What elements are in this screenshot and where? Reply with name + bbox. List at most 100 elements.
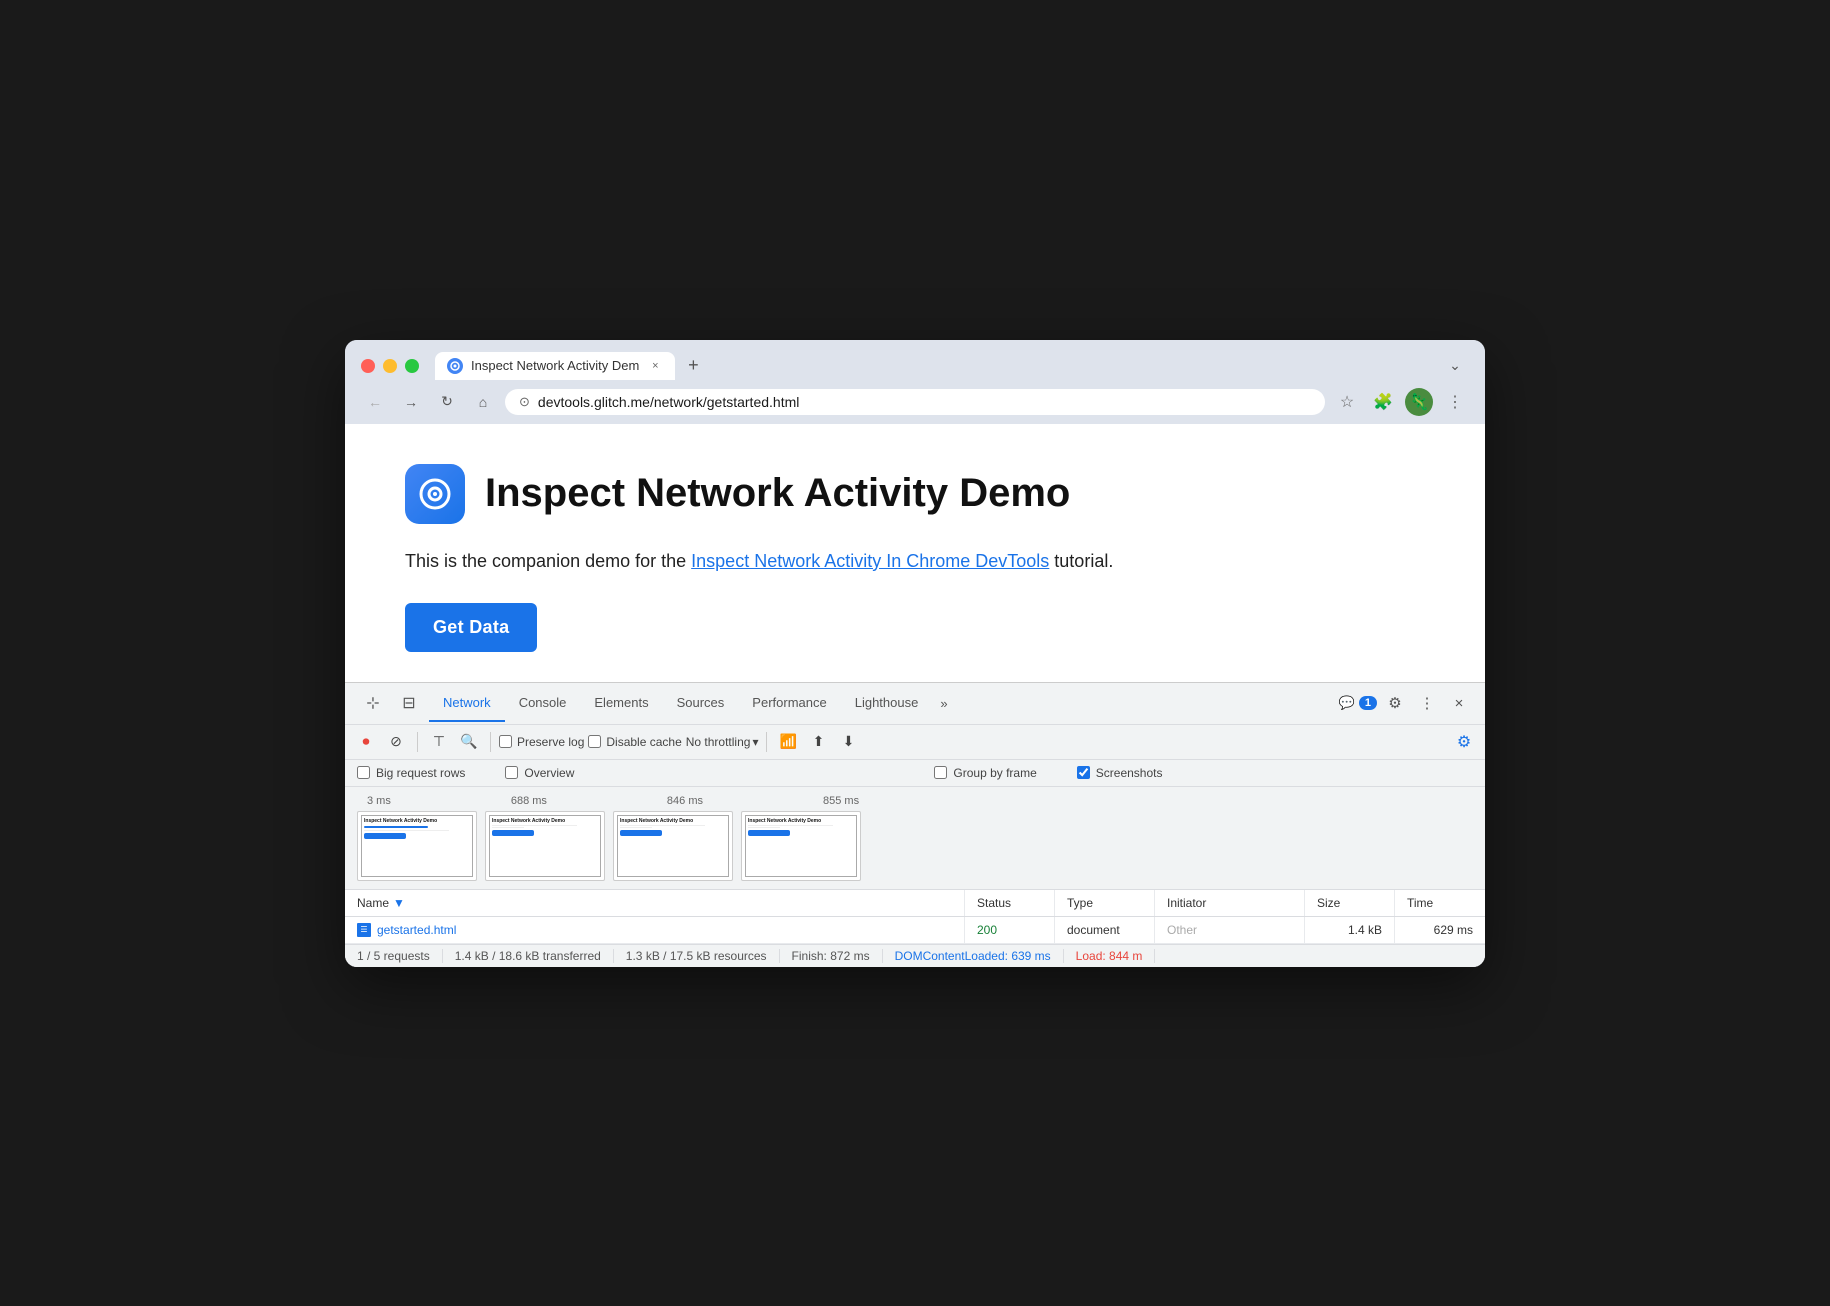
tab-sources[interactable]: Sources [663, 685, 739, 722]
screenshots-timeline: 3 ms 688 ms 846 ms 855 ms Inspect Networ… [345, 787, 1485, 890]
active-tab[interactable]: Inspect Network Activity Dem × [435, 352, 675, 380]
toolbar-separator-1 [417, 732, 418, 752]
get-data-button[interactable]: Get Data [405, 603, 537, 652]
td-status: 200 [965, 917, 1055, 943]
reload-button[interactable]: ↻ [433, 388, 461, 416]
timestamp-4: 855 ms [823, 795, 859, 807]
close-window-button[interactable] [361, 359, 375, 373]
tab-favicon [447, 358, 463, 374]
status-transferred: 1.4 kB / 18.6 kB transferred [443, 949, 614, 963]
profile-avatar[interactable]: 🦎 [1405, 388, 1433, 416]
table-header: Name ▼ Status Type Initiator Size Time [345, 890, 1485, 917]
th-type: Type [1055, 890, 1155, 916]
devtools-link[interactable]: Inspect Network Activity In Chrome DevTo… [691, 551, 1049, 571]
tab-bar: Inspect Network Activity Dem × + ⌄ [435, 352, 1469, 380]
tab-elements[interactable]: Elements [580, 685, 662, 722]
messages-badge: 1 [1359, 696, 1377, 710]
preserve-log-checkbox[interactable]: Preserve log [499, 735, 584, 749]
timestamp-1: 3 ms [367, 795, 391, 807]
throttle-select[interactable]: No throttling ▾ [686, 735, 759, 749]
traffic-lights [361, 359, 419, 373]
wifi-button[interactable]: 📶 [775, 729, 801, 755]
devtools-settings-button[interactable]: ⚙ [1381, 689, 1409, 717]
url-text: devtools.glitch.me/network/getstarted.ht… [538, 394, 1311, 410]
forward-button[interactable]: → [397, 388, 425, 416]
new-tab-button[interactable]: + [679, 352, 707, 380]
timestamp-3: 846 ms [667, 795, 703, 807]
network-table: Name ▼ Status Type Initiator Size Time ☰… [345, 890, 1485, 944]
extensions-button[interactable]: 🧩 [1369, 388, 1397, 416]
devtools-statusbar: 1 / 5 requests 1.4 kB / 18.6 kB transfer… [345, 944, 1485, 967]
devtools-close-button[interactable]: × [1445, 689, 1473, 717]
th-time: Time [1395, 890, 1485, 916]
subtitle-post: tutorial. [1049, 551, 1113, 571]
tab-lighthouse[interactable]: Lighthouse [841, 685, 933, 722]
address-input[interactable]: ⊙ devtools.glitch.me/network/getstarted.… [505, 389, 1325, 415]
table-row[interactable]: ☰ getstarted.html 200 document Other 1.4… [345, 917, 1485, 944]
big-rows-checkbox[interactable]: Big request rows [357, 766, 465, 780]
tab-more-button[interactable]: » [932, 686, 955, 721]
td-type: document [1055, 917, 1155, 943]
title-bar: Inspect Network Activity Dem × + ⌄ [345, 340, 1485, 380]
subtitle-pre: This is the companion demo for the [405, 551, 691, 571]
record-button[interactable]: ⏺ [353, 729, 379, 755]
tab-title: Inspect Network Activity Dem [471, 358, 639, 373]
messages-icon: 💬 [1339, 695, 1355, 711]
bookmark-button[interactable]: ☆ [1333, 388, 1361, 416]
tab-network[interactable]: Network [429, 685, 505, 722]
status-resources: 1.3 kB / 17.5 kB resources [614, 949, 780, 963]
status-dom-content-loaded[interactable]: DOMContentLoaded: 639 ms [883, 949, 1064, 963]
upload-button[interactable]: ⬆ [805, 729, 831, 755]
clear-button[interactable]: ⊘ [383, 729, 409, 755]
screenshot-1[interactable]: Inspect Network Activity Demo [357, 811, 477, 881]
tab-performance[interactable]: Performance [738, 685, 840, 722]
devtools-tabs: Network Console Elements Sources Perform… [429, 685, 1339, 722]
group-by-frame-checkbox[interactable]: Group by frame [934, 766, 1036, 780]
minimize-window-button[interactable] [383, 359, 397, 373]
filter-button[interactable]: ⊤ [426, 729, 452, 755]
tab-console[interactable]: Console [505, 685, 581, 722]
status-load: Load: 844 m [1064, 949, 1156, 963]
tab-expand-button[interactable]: ⌄ [1441, 352, 1469, 380]
devtools-right-actions: 💬 1 ⚙ ⋮ × [1339, 689, 1473, 717]
address-bar: ← → ↻ ⌂ ⊙ devtools.glitch.me/network/get… [345, 380, 1485, 424]
tab-close-button[interactable]: × [647, 358, 663, 374]
browser-window: Inspect Network Activity Dem × + ⌄ ← → ↻… [345, 340, 1485, 967]
toolbar-separator-3 [766, 732, 767, 752]
screenshot-2[interactable]: Inspect Network Activity Demo [485, 811, 605, 881]
disable-cache-checkbox[interactable]: Disable cache [588, 735, 681, 749]
screenshots-row: Inspect Network Activity Demo Inspect Ne… [357, 811, 1473, 881]
th-status: Status [965, 890, 1055, 916]
devtools-options: Big request rows Overview Group by frame… [345, 760, 1485, 787]
th-size: Size [1305, 890, 1395, 916]
status-finish: Finish: 872 ms [780, 949, 883, 963]
network-settings-button[interactable]: ⚙ [1451, 729, 1477, 755]
devtools-topbar: ⊹ ⊟ Network Console Elements Sources Per… [345, 683, 1485, 725]
cursor-tool-button[interactable]: ⊹ [357, 687, 389, 719]
file-icon: ☰ [357, 923, 371, 937]
browser-menu-button[interactable]: ⋮ [1441, 388, 1469, 416]
screenshots-checkbox[interactable]: Screenshots [1077, 766, 1163, 780]
td-initiator: Other [1155, 917, 1305, 943]
download-button[interactable]: ⬇ [835, 729, 861, 755]
toolbar-separator-2 [490, 732, 491, 752]
messages-button[interactable]: 💬 1 [1339, 695, 1377, 711]
screenshot-3[interactable]: Inspect Network Activity Demo [613, 811, 733, 881]
home-button[interactable]: ⌂ [469, 388, 497, 416]
back-button[interactable]: ← [361, 388, 389, 416]
maximize-window-button[interactable] [405, 359, 419, 373]
th-name: Name ▼ [345, 890, 965, 916]
search-button[interactable]: 🔍 [456, 729, 482, 755]
address-actions: ☆ 🧩 🦎 ⋮ [1333, 388, 1469, 416]
overview-checkbox[interactable]: Overview [505, 766, 574, 780]
page-subtitle: This is the companion demo for the Inspe… [405, 548, 1425, 575]
page-logo [405, 464, 465, 524]
page-title: Inspect Network Activity Demo [485, 471, 1070, 516]
layers-tool-button[interactable]: ⊟ [393, 687, 425, 719]
screenshot-4[interactable]: Inspect Network Activity Demo [741, 811, 861, 881]
devtools-more-button[interactable]: ⋮ [1413, 689, 1441, 717]
td-time: 629 ms [1395, 917, 1485, 943]
devtools-network-toolbar: ⏺ ⊘ ⊤ 🔍 Preserve log Disable cache No th… [345, 725, 1485, 760]
th-initiator: Initiator [1155, 890, 1305, 916]
tracking-icon: ⊙ [519, 394, 530, 410]
